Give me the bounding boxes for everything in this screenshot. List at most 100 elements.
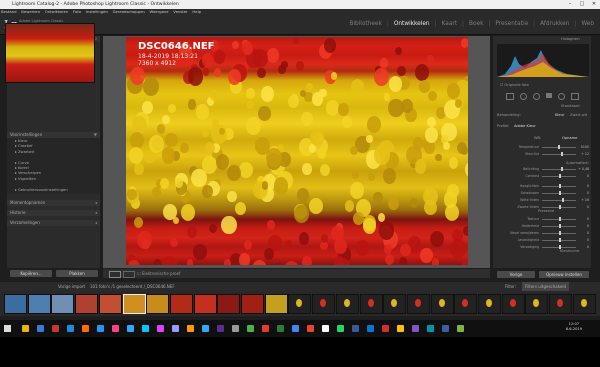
slider-value[interactable]: 0 xyxy=(587,224,589,228)
taskbar-app-icon[interactable] xyxy=(367,325,374,332)
taskbar-app-icon[interactable] xyxy=(202,325,209,332)
slider-schaduwen[interactable]: Schaduwen 0 xyxy=(497,191,589,195)
brush-icon[interactable] xyxy=(571,93,579,100)
taskbar-app-icon[interactable] xyxy=(217,325,224,332)
taskbar-app-icon[interactable] xyxy=(187,325,194,332)
taskbar-app-icon[interactable] xyxy=(82,325,89,332)
spot-removal-icon[interactable] xyxy=(520,93,527,100)
taskbar-app-icon[interactable] xyxy=(22,325,29,332)
taskbar-app-icon[interactable] xyxy=(262,325,269,332)
slider-knob[interactable] xyxy=(559,191,561,195)
slider-knob[interactable] xyxy=(559,238,561,242)
slider-knob[interactable] xyxy=(559,184,561,188)
module-slideshow[interactable]: Presentatie xyxy=(495,21,528,27)
slider-knob[interactable] xyxy=(560,152,563,156)
taskbar-app-icon[interactable] xyxy=(397,325,404,332)
copy-button[interactable]: Kopiëren... xyxy=(10,270,52,277)
slider-knob[interactable] xyxy=(559,174,561,178)
slider-knob[interactable] xyxy=(559,224,561,228)
filmstrip-thumbnail[interactable] xyxy=(169,294,193,314)
taskbar-app-icon[interactable] xyxy=(427,325,434,332)
wb-select[interactable]: Opname xyxy=(562,136,577,140)
slider-value[interactable]: 0 xyxy=(587,238,589,242)
module-develop[interactable]: Ontwikkelen xyxy=(394,21,430,27)
taskbar-app-icon[interactable] xyxy=(112,325,119,332)
taskbar-app-icon[interactable] xyxy=(142,325,149,332)
slider-value[interactable]: + 0,48 xyxy=(578,167,589,171)
slider-value[interactable]: + 16 xyxy=(581,198,589,202)
close-button[interactable]: ✕ xyxy=(588,0,600,9)
history-header[interactable]: Historie ◂ xyxy=(7,210,100,216)
taskbar-app-icon[interactable] xyxy=(292,325,299,332)
filter-select[interactable]: Filters uitgeschakeld xyxy=(522,282,570,291)
slider-knob[interactable] xyxy=(559,231,561,235)
filmstrip-thumbnail[interactable] xyxy=(193,294,217,314)
taskbar-app-icon[interactable] xyxy=(442,325,449,332)
menu-file[interactable]: Bestand xyxy=(1,9,17,14)
module-print[interactable]: Afdrukken xyxy=(540,21,569,27)
filmstrip-thumbnail[interactable] xyxy=(98,294,122,314)
filmstrip-thumbnail[interactable] xyxy=(525,294,549,314)
slider-knob[interactable] xyxy=(558,145,561,149)
taskbar-app-icon[interactable] xyxy=(127,325,134,332)
slider-nevel-verwijderen[interactable]: Nevel verwijderen 0 xyxy=(497,231,589,235)
taskbar-app-icon[interactable] xyxy=(322,325,329,332)
slider-kleurtint[interactable]: Kleurtint + 12 xyxy=(497,152,589,156)
slider-zwarte-tinten[interactable]: Zwarte tinten 0 xyxy=(497,205,589,209)
slider-value[interactable]: 5100 xyxy=(581,145,589,149)
slider-value[interactable]: 0 xyxy=(587,231,589,235)
taskbar-app-icon[interactable] xyxy=(172,325,179,332)
photo-preview[interactable] xyxy=(126,37,468,265)
radial-filter-icon[interactable] xyxy=(558,93,565,100)
compare-view-icon[interactable] xyxy=(123,271,135,278)
slider-temperatuur[interactable]: Temperatuur 5100 xyxy=(497,145,589,149)
filmstrip-thumbnail[interactable] xyxy=(51,294,75,314)
taskbar-app-icon[interactable] xyxy=(352,325,359,332)
menu-tools[interactable]: Gereedschappen xyxy=(113,9,145,14)
snapshots-header[interactable]: Momentopnamen ◂ xyxy=(7,200,100,206)
treatment-bw[interactable]: Zwart-wit xyxy=(570,113,587,117)
treatment-color[interactable]: Kleur xyxy=(555,113,564,117)
slider-value[interactable]: 0 xyxy=(587,245,589,249)
slider-value[interactable]: 0 xyxy=(587,174,589,178)
taskbar-app-icon[interactable] xyxy=(97,325,104,332)
menu-edit[interactable]: Bewerken xyxy=(21,9,40,14)
slider-knob[interactable] xyxy=(559,217,561,221)
red-eye-icon[interactable] xyxy=(533,93,540,100)
menu-window[interactable]: Venster xyxy=(173,9,187,14)
filmstrip-thumbnail[interactable] xyxy=(75,294,99,314)
tone-curve-header[interactable]: Kleurcurve xyxy=(560,249,579,253)
navigator-preview[interactable] xyxy=(5,23,95,83)
slider-track[interactable] xyxy=(542,154,576,155)
slider-value[interactable]: 0 xyxy=(587,217,589,221)
slider-helderheid[interactable]: Helderheid 0 xyxy=(497,224,589,228)
slider-belichting[interactable]: Belichting + 0,48 xyxy=(497,167,589,171)
minimize-button[interactable]: – xyxy=(564,0,576,9)
filmstrip-thumbnail[interactable] xyxy=(572,294,596,314)
filmstrip-thumbnail[interactable] xyxy=(146,294,170,314)
menu-view[interactable]: Weergave xyxy=(150,9,169,14)
taskbar-clock[interactable]: 12:07 8-6-2019 xyxy=(566,322,582,332)
slider-knob[interactable] xyxy=(561,198,564,202)
filmstrip-thumbnail[interactable] xyxy=(335,294,359,314)
tone-auto-button[interactable]: Automatisch xyxy=(566,161,589,165)
maximize-button[interactable]: □ xyxy=(576,0,588,9)
filmstrip-source[interactable]: Vorige import xyxy=(58,282,85,291)
profile-select[interactable]: Adobe Kleur xyxy=(514,124,536,128)
slider-witte-tinten[interactable]: Witte tinten + 16 xyxy=(497,198,589,202)
soft-proof-checkbox[interactable]: ☐ Elektronische proef xyxy=(137,271,180,276)
filmstrip-thumbnail[interactable] xyxy=(241,294,264,314)
taskbar-app-icon[interactable] xyxy=(157,325,164,332)
taskbar-app-icon[interactable] xyxy=(247,325,254,332)
menu-develop[interactable]: Ontwikkelen xyxy=(45,9,68,14)
loupe-view-icon[interactable] xyxy=(109,271,121,278)
filmstrip-thumbnail[interactable] xyxy=(478,294,501,314)
menu-help[interactable]: Help xyxy=(192,9,201,14)
filmstrip-thumbnail[interactable] xyxy=(359,294,383,314)
filmstrip-thumbnail[interactable] xyxy=(406,294,430,314)
previous-button[interactable]: Vorige xyxy=(497,271,535,278)
slider-textuur[interactable]: Textuur 0 xyxy=(497,217,589,221)
taskbar-app-icon[interactable] xyxy=(382,325,389,332)
filmstrip-thumbnail[interactable] xyxy=(264,294,288,314)
filmstrip-thumbnail[interactable] xyxy=(383,294,407,314)
